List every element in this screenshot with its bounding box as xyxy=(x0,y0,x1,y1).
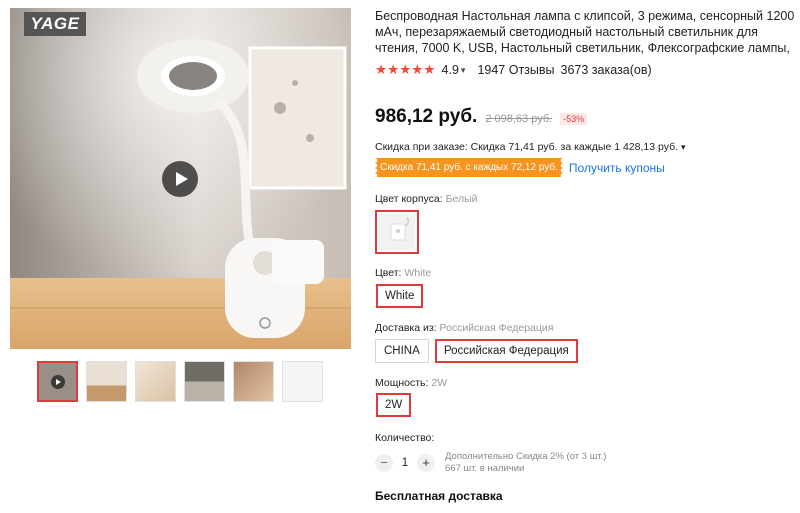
price-row: 986,12 руб. 2 098,63 руб. -53% xyxy=(375,106,588,128)
reviews-count[interactable]: 1947 Отзывы xyxy=(477,63,554,77)
body-color-label: Цвет корпуса: Белый xyxy=(375,193,478,205)
quantity-minus-button[interactable]: − xyxy=(375,454,393,472)
thumbnail-4[interactable] xyxy=(184,361,225,402)
quantity-label: Количество: xyxy=(375,432,435,444)
rating-value[interactable]: 4.9 xyxy=(442,63,459,77)
in-stock-text: 667 шт. в наличии xyxy=(445,463,525,474)
body-color-value: Белый xyxy=(445,193,478,205)
product-info: Беспроводная Настольная лампа с клипсой,… xyxy=(375,8,795,503)
quantity-stepper: − 1 + Дополнительно Скидка 2% (от 3 шт.)… xyxy=(375,451,606,475)
body-color-swatch[interactable] xyxy=(375,210,419,254)
color-label: Цвет: White xyxy=(375,267,432,279)
quantity-plus-button[interactable]: + xyxy=(417,454,435,472)
get-coupons-link[interactable]: Получить купоны xyxy=(569,161,665,175)
extra-discount-text: Дополнительно Скидка 2% (от 3 шт.) xyxy=(445,451,607,462)
chevron-down-icon: ▾ xyxy=(680,142,686,152)
brand-logo: YAGE xyxy=(24,12,86,36)
color-value: White xyxy=(404,267,432,279)
old-price: 2 098,63 руб. xyxy=(485,113,553,125)
power-value: 2W xyxy=(431,377,448,389)
coupon-tag: Скидка 71,41 руб. с каждых 72,12 руб. xyxy=(375,158,563,177)
play-icon xyxy=(176,172,188,186)
thumbnail-2[interactable] xyxy=(86,361,127,402)
discount-badge: -53% xyxy=(560,113,588,125)
play-icon xyxy=(51,375,65,389)
lamp-image xyxy=(379,214,415,250)
order-discount-text: Скидка при заказе: Скидка 71,41 руб. за … xyxy=(375,141,679,153)
free-shipping-title: Бесплатная доставка xyxy=(375,489,503,503)
play-video-button[interactable] xyxy=(162,161,198,197)
ship-from-china[interactable]: CHINA xyxy=(375,339,429,363)
main-product-image[interactable]: YAGE xyxy=(10,8,351,349)
color-option-white[interactable]: White xyxy=(376,284,424,308)
ship-from-russia[interactable]: Российская Федерация xyxy=(435,339,578,363)
thumbnail-6[interactable] xyxy=(282,361,323,402)
orders-count: 3673 заказа(ов) xyxy=(560,63,652,77)
chevron-down-icon[interactable]: ▾ xyxy=(461,65,466,76)
product-title: Беспроводная Настольная лампа с клипсой,… xyxy=(375,9,795,55)
thumbnail-3[interactable] xyxy=(135,361,176,402)
current-price: 986,12 руб. xyxy=(375,106,478,127)
rating-row: ★★★★★ 4.9 ▾ 1947 Отзывы 3673 заказа(ов) xyxy=(375,62,652,78)
power-label: Мощность: 2W xyxy=(375,377,448,389)
ship-from-label: Доставка из: Российская Федерация xyxy=(375,322,554,334)
ship-from-value: Российская Федерация xyxy=(439,322,554,334)
coupon-row: Скидка 71,41 руб. с каждых 72,12 руб. По… xyxy=(375,158,665,177)
quantity-note: Дополнительно Скидка 2% (от 3 шт.) 667 ш… xyxy=(445,451,606,475)
power-option-2w[interactable]: 2W xyxy=(376,393,412,417)
rating-stars: ★★★★★ xyxy=(375,62,436,77)
thumbnail-strip xyxy=(37,361,323,402)
order-discount[interactable]: Скидка при заказе: Скидка 71,41 руб. за … xyxy=(375,141,685,153)
thumbnail-video[interactable] xyxy=(37,361,78,402)
thumbnail-5[interactable] xyxy=(233,361,274,402)
quantity-input[interactable]: 1 xyxy=(393,457,417,469)
